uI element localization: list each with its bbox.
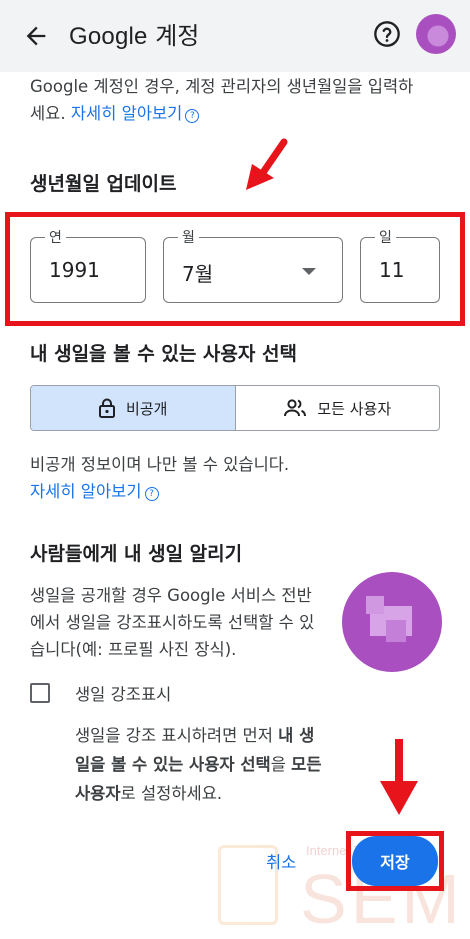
highlight-hint: 생일을 강조 표시하려면 먼저 내 생 일을 볼 수 있는 사용자 선택을 모든… [75,721,345,808]
highlight-birthday-label: 생일 강조표시 [75,685,172,704]
visibility-note: 비공개 정보이며 나만 볼 수 있습니다. 자세히 알아보기? [30,451,289,505]
learn-more-link[interactable]: 자세히 알아보기? [71,104,200,123]
private-option-label: 비공개 [126,399,168,418]
annotation-arrow-icon [246,138,288,190]
hint-part-d: 을 [270,755,292,774]
account-avatar[interactable] [416,14,456,54]
title-brand: Google [69,23,148,50]
hint-part-e: 모든 [291,755,322,774]
hint-part-b: 내 생 [278,726,315,745]
birthday-heading: 생년월일 업데이트 [30,173,177,195]
share-desc-line-1: 생일을 공개할 경우 Google 서비스 전반 [30,586,312,605]
learn-more-label-2: 자세히 알아보기 [30,482,142,501]
year-label: 연 [45,227,66,247]
lock-icon [99,398,116,418]
month-label: 월 [178,227,199,247]
everyone-option[interactable]: 모든 사용자 [236,386,440,430]
day-label: 일 [375,227,396,247]
profile-photo-preview [342,572,442,672]
day-field[interactable]: 일 11 [360,227,440,303]
people-icon [284,399,307,417]
visibility-segmented-control: 비공개 모든 사용자 [30,385,440,431]
hint-part-c: 일을 볼 수 있는 사용자 선택 [75,755,271,774]
page-title: Google 계정 [69,16,199,57]
everyone-option-label: 모든 사용자 [317,399,392,418]
hint-part-a: 생일을 강조 표시하려면 먼저 [75,726,279,745]
dropdown-caret-icon [302,268,316,275]
annotation-arrow-icon [380,739,418,815]
intro-line-2: 세요. [30,104,66,123]
visibility-heading: 내 생일을 볼 수 있는 사용자 선택 [30,343,297,365]
month-dropdown[interactable]: 월 7월 [163,227,343,303]
share-desc-line-2: 에서 생일을 강조표시하도록 선택할 수 있 [30,613,315,632]
title-suffix: 계정 [147,22,200,50]
learn-more-label: 자세히 알아보기 [70,104,183,123]
year-value: 1991 [49,258,100,282]
year-field[interactable]: 연 1991 [30,227,146,303]
month-value: 7월 [182,262,214,286]
learn-more-link-2[interactable]: 자세히 알아보기? [30,478,289,505]
share-description: 생일을 공개할 경우 Google 서비스 전반 에서 생일을 강조표시하도록 … [30,582,340,663]
intro-text: Google 계정인 경우, 계정 관리자의 생년월일을 입력하 세요. 자세히… [30,73,450,127]
back-arrow-icon[interactable] [22,22,50,50]
day-value: 11 [379,258,405,282]
visibility-note-text: 비공개 정보이며 나만 볼 수 있습니다. [30,455,290,474]
avatar-pixel [386,620,406,642]
share-desc-line-3: 습니다(예: 프로필 사진 장식). [30,640,237,659]
highlight-birthday-checkbox[interactable] [30,683,50,703]
info-icon: ? [185,109,200,123]
hint-part-g: 로 설정하세요. [120,784,223,803]
save-button[interactable]: 저장 [352,836,438,886]
avatar-pixel [366,596,384,614]
help-icon[interactable] [373,20,401,48]
hint-part-f: 사용자 [75,784,121,803]
app-bar: Google 계정 [0,0,470,72]
intro-line-1: Google 계정인 경우, 계정 관리자의 생년월일을 입력하 [30,77,414,96]
share-heading: 사람들에게 내 생일 알리기 [30,543,243,565]
cancel-button[interactable]: 취소 [266,849,296,873]
private-option[interactable]: 비공개 [31,386,236,430]
info-icon: ? [144,487,159,501]
